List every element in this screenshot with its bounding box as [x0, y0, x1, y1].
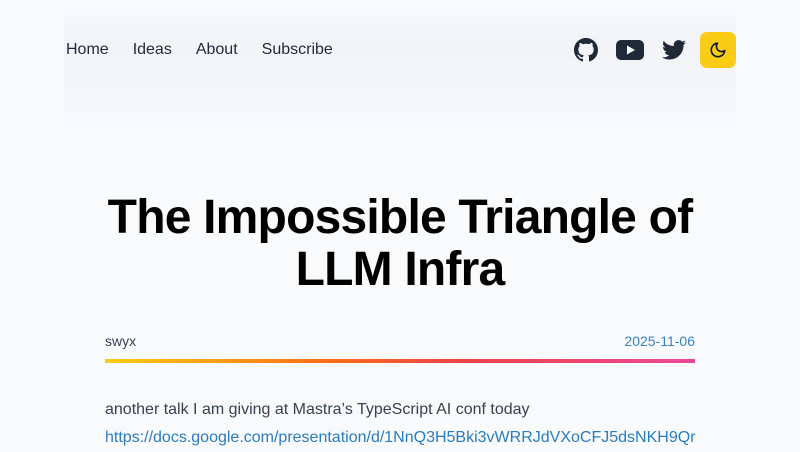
theme-toggle-button[interactable]: [700, 32, 736, 68]
github-icon: [574, 38, 598, 62]
youtube-link[interactable]: [612, 32, 648, 68]
nav-subscribe-link[interactable]: Subscribe: [262, 40, 333, 60]
post-body: another talk I am giving at Mastra’s Typ…: [105, 396, 700, 452]
twitter-link[interactable]: [656, 32, 692, 68]
post-author: swyx: [105, 333, 137, 349]
nav-about-link[interactable]: About: [196, 40, 238, 60]
post-title: The Impossible Triangle of LLM Infra: [107, 191, 693, 296]
slides-link[interactable]: https://docs.google.com/presentation/d/1…: [105, 424, 700, 452]
nav-home-link[interactable]: Home: [66, 40, 109, 60]
post-intro: another talk I am giving at Mastra’s Typ…: [105, 401, 530, 418]
nav-ideas-link[interactable]: Ideas: [133, 40, 172, 60]
post-date: 2025-11-06: [624, 333, 695, 349]
github-link[interactable]: [568, 32, 604, 68]
twitter-icon: [662, 40, 686, 60]
youtube-icon: [616, 40, 644, 60]
gradient-divider: [105, 359, 695, 363]
post-meta: swyx 2025-11-06: [105, 333, 695, 349]
moon-icon: [710, 42, 726, 58]
main-nav: Home Ideas About Subscribe: [66, 40, 357, 60]
social-links: [560, 32, 736, 68]
